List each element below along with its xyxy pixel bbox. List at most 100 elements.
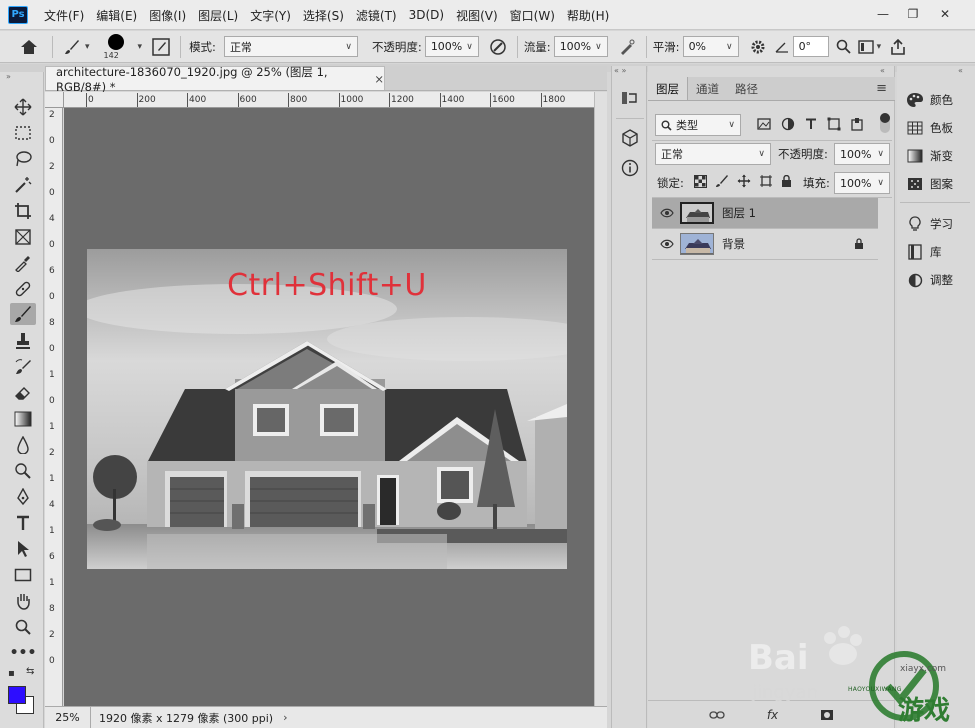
hand-tool-icon[interactable] xyxy=(10,590,36,612)
pressure-opacity-icon[interactable] xyxy=(485,38,511,56)
workspace-icon[interactable] xyxy=(855,39,877,54)
smooth-input[interactable]: 0% ∨ xyxy=(682,36,739,57)
brush-tool-icon[interactable] xyxy=(10,303,36,325)
zoom-tool-icon[interactable] xyxy=(10,616,36,638)
foreground-color-swatch[interactable] xyxy=(8,686,26,704)
history-brush-tool-icon[interactable] xyxy=(10,356,36,378)
lock-pixels-icon[interactable] xyxy=(715,174,729,188)
magic-wand-tool-icon[interactable] xyxy=(10,174,36,196)
chevron-down-icon[interactable]: ▾ xyxy=(138,42,143,52)
smart-object-filter-icon[interactable] xyxy=(851,117,863,131)
mode-select[interactable]: 正常 ∨ xyxy=(223,36,358,57)
layer-row-background[interactable]: 背景 xyxy=(652,229,878,259)
chevron-down-icon[interactable]: ▾ xyxy=(877,42,882,52)
document-tab[interactable]: architecture-1836070_1920.jpg @ 25% (图层 … xyxy=(45,65,385,94)
frame-tool-icon[interactable] xyxy=(10,226,36,248)
adjustment-filter-icon[interactable] xyxy=(781,117,795,131)
menu-filter[interactable]: 滤镜(T) xyxy=(350,7,403,24)
menu-image[interactable]: 图像(I) xyxy=(143,7,192,24)
history-panel-icon[interactable] xyxy=(618,86,642,110)
layer-opacity-input[interactable]: 100% ∨ xyxy=(834,143,890,165)
3d-panel-icon[interactable] xyxy=(618,126,642,150)
gear-icon[interactable] xyxy=(745,39,771,55)
menu-view[interactable]: 视图(V) xyxy=(450,7,504,24)
flow-input[interactable]: 100% ∨ xyxy=(553,36,608,57)
type-tool-icon[interactable] xyxy=(10,512,36,534)
more-tools-icon[interactable]: ••• xyxy=(10,642,37,664)
minimize-button[interactable]: — xyxy=(868,0,898,28)
lock-artboard-icon[interactable] xyxy=(759,174,773,188)
layer-filter-select[interactable]: 类型 ∨ xyxy=(655,114,741,136)
shape-filter-icon[interactable] xyxy=(827,117,841,131)
type-filter-icon[interactable] xyxy=(805,118,817,130)
eye-icon[interactable] xyxy=(660,239,674,249)
eyedropper-tool-icon[interactable] xyxy=(10,252,36,274)
swatches-panel-button[interactable]: 色板 xyxy=(904,115,953,141)
tab-paths[interactable]: 路径 xyxy=(727,77,766,100)
vertical-scrollbar[interactable] xyxy=(594,92,607,706)
brush-settings-icon[interactable] xyxy=(150,37,172,56)
restore-button[interactable]: ❐ xyxy=(898,0,928,28)
layer-name[interactable]: 背景 xyxy=(722,236,745,252)
marquee-tool-icon[interactable] xyxy=(10,122,36,144)
menu-edit[interactable]: 编辑(E) xyxy=(90,7,143,24)
path-selection-tool-icon[interactable] xyxy=(10,538,36,560)
clone-stamp-tool-icon[interactable] xyxy=(10,330,36,352)
close-tab-icon[interactable]: × xyxy=(374,72,384,86)
move-tool-icon[interactable] xyxy=(10,96,36,118)
opacity-input[interactable]: 100% ∨ xyxy=(424,36,479,57)
adjustments-panel-button[interactable]: 调整 xyxy=(904,267,953,293)
airbrush-icon[interactable] xyxy=(614,38,640,56)
gradients-panel-button[interactable]: 渐变 xyxy=(904,143,953,169)
gradient-tool-icon[interactable] xyxy=(10,408,36,430)
menu-type[interactable]: 文字(Y) xyxy=(244,7,297,24)
panel-menu-icon[interactable]: ≡ xyxy=(868,77,895,100)
brush-preset-icon[interactable] xyxy=(61,39,83,55)
home-icon[interactable] xyxy=(14,39,44,55)
menu-select[interactable]: 选择(S) xyxy=(297,7,350,24)
default-colors-icon[interactable]: ▪ xyxy=(8,668,15,679)
pen-tool-icon[interactable] xyxy=(10,486,36,508)
menu-layer[interactable]: 图层(L) xyxy=(192,7,244,24)
menu-file[interactable]: 文件(F) xyxy=(38,7,90,24)
lock-position-icon[interactable] xyxy=(737,174,751,188)
zoom-level[interactable]: 25% xyxy=(45,707,91,728)
info-panel-icon[interactable] xyxy=(618,156,642,180)
angle-input[interactable]: 0° xyxy=(792,36,829,57)
status-menu-arrow-icon[interactable]: › xyxy=(283,711,287,724)
dodge-tool-icon[interactable] xyxy=(10,460,36,482)
expand-panels-icon[interactable]: « » xyxy=(614,66,626,75)
rectangle-tool-icon[interactable] xyxy=(10,564,36,586)
tab-layers[interactable]: 图层 xyxy=(648,77,688,100)
menu-window[interactable]: 窗口(W) xyxy=(504,7,561,24)
collapse-dock-icon[interactable]: « xyxy=(958,66,963,75)
collapse-panel-icon[interactable]: « xyxy=(880,66,885,75)
filter-toggle[interactable] xyxy=(880,113,890,133)
blur-tool-icon[interactable] xyxy=(10,434,36,456)
blend-mode-select[interactable]: 正常 ∨ xyxy=(655,143,771,165)
share-icon[interactable] xyxy=(887,38,909,55)
eye-icon[interactable] xyxy=(660,208,674,218)
layer-row-layer1[interactable]: 图层 1 xyxy=(652,198,878,228)
collapse-toolbar-icon[interactable]: » xyxy=(6,72,11,81)
close-window-button[interactable]: ✕ xyxy=(930,0,960,28)
menu-help[interactable]: 帮助(H) xyxy=(561,7,615,24)
lock-all-icon[interactable] xyxy=(781,174,792,188)
patterns-panel-button[interactable]: 图案 xyxy=(904,171,953,197)
link-layers-icon[interactable] xyxy=(709,710,725,720)
menu-3d[interactable]: 3D(D) xyxy=(403,8,450,22)
lock-transparent-icon[interactable] xyxy=(694,174,707,188)
pixel-filter-icon[interactable] xyxy=(757,118,771,130)
swap-colors-icon[interactable]: ⇆ xyxy=(26,666,34,677)
eraser-tool-icon[interactable] xyxy=(10,382,36,404)
brush-size-picker[interactable]: 142 xyxy=(98,31,138,63)
learn-panel-button[interactable]: 学习 xyxy=(904,211,953,237)
lasso-tool-icon[interactable] xyxy=(10,148,36,170)
color-panel-button[interactable]: 颜色 xyxy=(904,87,953,113)
fill-input[interactable]: 100% ∨ xyxy=(834,172,890,194)
libraries-panel-button[interactable]: 库 xyxy=(904,239,942,265)
crop-tool-icon[interactable] xyxy=(10,200,36,222)
search-icon[interactable] xyxy=(833,39,855,54)
chevron-down-icon[interactable]: ▾ xyxy=(85,42,90,52)
healing-brush-tool-icon[interactable] xyxy=(10,278,36,300)
